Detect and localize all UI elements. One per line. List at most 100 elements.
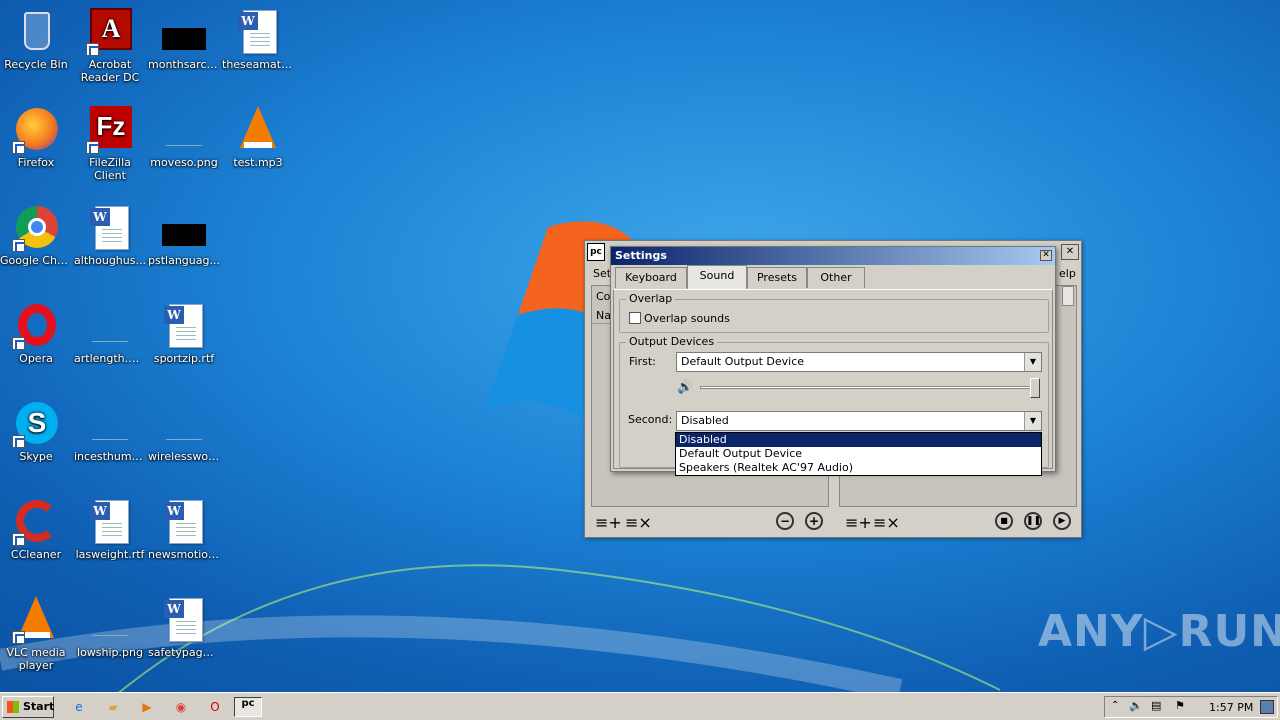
internet-explorer-icon[interactable]: e <box>68 697 90 717</box>
dropdown-option[interactable]: Disabled <box>676 433 1041 447</box>
desktop-icon-label: monthsarchi... <box>148 58 222 71</box>
network-tray-icon[interactable]: ▤ <box>1151 699 1161 712</box>
desktop-icon[interactable]: Wtheseamate... <box>220 8 296 71</box>
desktop-icon[interactable]: Fz FileZilla Client <box>72 106 148 182</box>
chevron-down-icon[interactable]: ▼ <box>1024 353 1041 371</box>
overlap-group-label: Overlap <box>626 292 676 305</box>
explorer-folder-icon[interactable]: ▰ <box>102 697 124 717</box>
shortcut-arrow-icon <box>12 631 25 644</box>
volume-slider-thumb[interactable] <box>1030 378 1040 398</box>
desktop-icon[interactable]: monthsarchi... <box>146 8 222 71</box>
desktop-icon[interactable]: pstlanguag... <box>146 204 222 267</box>
tab-keyboard[interactable]: Keyboard <box>615 267 687 288</box>
system-tray: ⌃ 🔈 ▤ ⚑ 1:57 PM <box>1104 696 1278 718</box>
desktop-icon[interactable]: Recycle Bin <box>0 8 74 71</box>
clear-list-right-icon[interactable]: ≡× <box>873 513 900 532</box>
shortcut-arrow-icon <box>86 43 99 56</box>
desktop-icon[interactable]: Opera <box>0 302 74 365</box>
word-doc-icon: W <box>160 302 208 350</box>
taskbar: Start e ▰ ▶ ◉ O pc ⌃ 🔈 ▤ ⚑ 1:57 PM <box>0 692 1280 720</box>
shortcut-arrow-icon <box>12 435 25 448</box>
shortcut-arrow-icon <box>12 337 25 350</box>
desktop-icon[interactable]: wirelesswor... <box>146 400 222 463</box>
menu-help-label[interactable]: elp <box>1059 267 1076 280</box>
word-doc-icon: W <box>86 498 134 546</box>
anyrun-watermark: ANY▷RUN <box>1038 606 1280 657</box>
add-to-list-right-icon[interactable]: ≡+ <box>845 513 872 532</box>
first-device-value: Default Output Device <box>681 355 805 368</box>
shortcut-arrow-icon <box>12 141 25 154</box>
desktop-icon[interactable]: Wsafetypage.rtf <box>146 596 222 659</box>
dropdown-option[interactable]: Speakers (Realtek AC'97 Audio) <box>676 461 1041 475</box>
first-device-select[interactable]: Default Output Device ▼ <box>676 352 1042 372</box>
desktop-icon[interactable]: Wsportzip.rtf <box>146 302 222 365</box>
second-device-select[interactable]: Disabled ▼ <box>676 411 1042 431</box>
tab-sound[interactable]: Sound <box>687 265 747 289</box>
opera-icon[interactable]: O <box>204 697 226 717</box>
desktop-icon[interactable]: CCleaner <box>0 498 74 561</box>
show-hidden-icons-chevron[interactable]: ⌃ <box>1111 700 1119 711</box>
overlap-checkbox[interactable] <box>629 312 641 324</box>
desktop-icon[interactable]: Wnewsmotion... <box>146 498 222 561</box>
desktop-icon[interactable]: Walthoughus... <box>72 204 148 267</box>
settings-close-button[interactable]: ✕ <box>1040 250 1052 261</box>
tab-other[interactable]: Other <box>807 267 865 288</box>
soundpad-taskbar-button[interactable]: pc <box>234 697 262 717</box>
windows-flag-icon <box>7 701 19 713</box>
ccleaner-icon <box>12 498 60 546</box>
media-player-icon[interactable]: ▶ <box>136 697 158 717</box>
desktop-icon[interactable]: Firefox <box>0 106 74 169</box>
desktop-icon[interactable]: S Skype <box>0 400 74 463</box>
desktop-icon[interactable]: Google Chrome <box>0 204 74 267</box>
dropdown-option[interactable]: Default Output Device <box>676 447 1041 461</box>
desktop-icon-label: Firefox <box>17 156 55 169</box>
settings-titlebar[interactable]: Settings ✕ <box>611 247 1055 265</box>
desktop-icon-label: test.mp3 <box>233 156 283 169</box>
clock[interactable]: 1:57 PM <box>1209 701 1253 714</box>
desktop-icon[interactable]: A Acrobat Reader DC <box>72 8 148 84</box>
action-center-flag-icon[interactable]: ⚑ <box>1175 699 1185 712</box>
clear-list-icon[interactable]: ≡× <box>625 513 652 532</box>
skype-icon: S <box>12 400 60 448</box>
scrollbar-thumb[interactable] <box>1062 286 1074 306</box>
desktop-icon[interactable]: Wlasweight.rtf <box>72 498 148 561</box>
tab-presets[interactable]: Presets <box>747 267 807 288</box>
desktop-icon-label: pstlanguag... <box>148 254 220 267</box>
desktop-icon-label: Google Chrome <box>0 254 74 267</box>
desktop-icon[interactable]: incesthuma... <box>72 400 148 463</box>
volume-slider-track[interactable] <box>700 386 1040 389</box>
desktop-icon[interactable]: lowship.png <box>72 596 148 659</box>
start-label: Start <box>23 700 55 713</box>
word-doc-icon: W <box>160 596 208 644</box>
desktop-icon-label: safetypage.rtf <box>148 646 222 659</box>
chrome-icon <box>12 204 60 252</box>
close-window-button[interactable]: ✕ <box>1061 244 1079 260</box>
add-icon[interactable]: + <box>805 512 823 530</box>
chevron-down-icon[interactable]: ▼ <box>1024 412 1041 430</box>
menu-settings-label[interactable]: Set <box>593 267 611 280</box>
image-file-icon <box>86 596 134 644</box>
stop-icon[interactable]: ■ <box>995 512 1013 530</box>
play-icon[interactable]: ▶ <box>1053 512 1071 530</box>
desktop-icon[interactable]: test.mp3 <box>220 106 296 169</box>
overlap-checkbox-label[interactable]: Overlap sounds <box>644 312 730 325</box>
opera-icon <box>12 302 60 350</box>
desktop-icon[interactable]: moveso.png <box>146 106 222 169</box>
first-device-label: First: <box>629 355 656 368</box>
desktop-icon[interactable]: artlength.png <box>72 302 148 365</box>
remove-icon[interactable]: − <box>776 512 794 530</box>
combo-partial-label: Co <box>596 290 611 303</box>
chrome-icon[interactable]: ◉ <box>170 697 192 717</box>
desktop-icon[interactable]: VLC media player <box>0 596 74 672</box>
volume-tray-icon[interactable]: 🔈 <box>1129 699 1143 712</box>
image-file-icon <box>86 400 134 448</box>
desktop-icon-label: CCleaner <box>10 548 62 561</box>
settings-title: Settings <box>615 249 667 262</box>
pause-icon[interactable]: ❚❚ <box>1024 512 1042 530</box>
add-to-list-icon[interactable]: ≡+ <box>595 513 622 532</box>
start-button[interactable]: Start <box>2 696 54 718</box>
desktop-icon-label: FileZilla Client <box>89 156 131 182</box>
desktop-icon-label: incesthuma... <box>74 450 148 463</box>
desktop-icon-label: Acrobat Reader DC <box>80 58 140 84</box>
show-desktop-button[interactable] <box>1260 700 1274 714</box>
